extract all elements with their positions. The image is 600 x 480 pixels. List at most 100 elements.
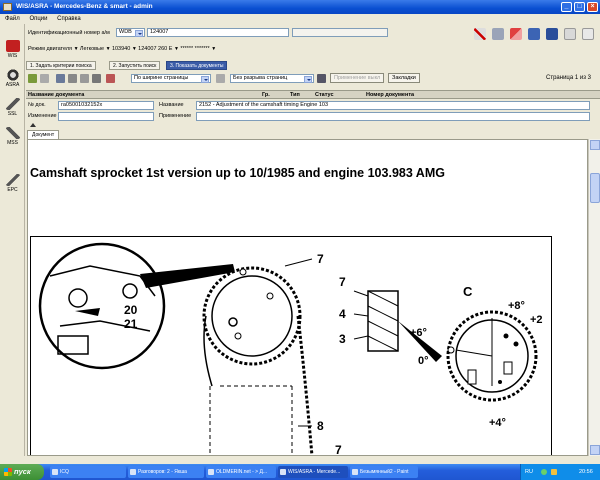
page-break-select[interactable]: Без разрыва страниц: [230, 74, 314, 83]
label-7-bottom: 7: [335, 443, 342, 456]
nav-ssl[interactable]: SSL: [0, 98, 25, 117]
label-c: C: [463, 284, 473, 299]
collapse-arrow-icon[interactable]: [30, 123, 36, 127]
layout-icon[interactable]: [216, 74, 225, 83]
label-7-top: 7: [317, 252, 324, 266]
label-plus4: +4°: [489, 417, 506, 429]
label-3: 3: [339, 332, 346, 346]
task-icq[interactable]: ICQ: [50, 466, 126, 478]
wheel-icon: [5, 69, 20, 81]
mode-select[interactable]: Легковые: [80, 46, 104, 52]
vin-extra-input[interactable]: [292, 28, 388, 37]
usage-field[interactable]: [196, 112, 590, 121]
task-browser[interactable]: OLDMERIN.net - > Д...: [206, 466, 276, 478]
nav-epc[interactable]: EPC: [0, 174, 25, 193]
meta-row-1: № док. ra05001032152x Название 2152 - Ad…: [26, 101, 600, 111]
back-icon[interactable]: [28, 74, 37, 83]
print-page-icon[interactable]: [92, 74, 101, 83]
eraser-icon[interactable]: [510, 28, 522, 40]
task-paint[interactable]: Безымянный2 - Paint: [350, 466, 418, 478]
scroll-up-icon[interactable]: [590, 140, 600, 150]
doc-toolbar: По ширине страницы Без разрыва страниц П…: [26, 72, 600, 85]
task-wis[interactable]: WIS/ASRA - Mercede...: [278, 466, 348, 478]
menu-bar: Файл Опции Справка: [0, 14, 600, 24]
menu-file[interactable]: Файл: [5, 16, 20, 22]
zoom-icon[interactable]: [68, 74, 77, 83]
page-icon[interactable]: [80, 74, 89, 83]
tab-document[interactable]: Документ: [27, 130, 60, 139]
label-plus2: +2: [530, 314, 543, 326]
fit-select[interactable]: По ширине страницы: [131, 74, 211, 83]
col-name[interactable]: Название документа: [28, 91, 84, 99]
documents-table-header: Название документа Гр. Тип Статус Номер …: [26, 90, 600, 99]
volume-icon[interactable]: [551, 469, 557, 475]
chevron-down-icon: [201, 76, 209, 83]
apply-button[interactable]: Применение выкл: [330, 73, 385, 83]
label-plus8: +8°: [508, 300, 525, 312]
camshaft-diagram: 20 21 7 7 4 3 8 7 C +8° +2 +6° 0° +4°: [30, 236, 552, 456]
col-type[interactable]: Тип: [290, 91, 300, 99]
forward-icon[interactable]: [40, 74, 49, 83]
app-icon: [3, 3, 12, 11]
settings-icon[interactable]: [582, 28, 594, 40]
page-indicator: Страница 1 из 3: [546, 75, 591, 81]
meta-row-2: Изменение Применение: [26, 112, 600, 122]
taskbar: пуск ICQ Разговоров: 2 - Якша OLDMERIN.n…: [0, 464, 600, 480]
tools-icon: [5, 127, 20, 139]
start-button[interactable]: пуск: [0, 464, 44, 480]
col-group[interactable]: Гр.: [262, 91, 270, 99]
book-icon[interactable]: [528, 28, 540, 40]
clear-icon[interactable]: [474, 28, 486, 40]
label-7-section: 7: [339, 275, 346, 289]
scroll-down-icon[interactable]: [590, 445, 600, 455]
nav-wis[interactable]: WIS: [0, 40, 25, 59]
gear-icon[interactable]: [317, 74, 326, 83]
mark-icon[interactable]: [106, 74, 115, 83]
bookmarks-button[interactable]: Закладки: [388, 73, 420, 83]
doc-name-field[interactable]: 2152 - Adjustment of the camshaft timing…: [196, 101, 590, 110]
vin-prefix-select[interactable]: WDB: [116, 28, 145, 37]
nav-mss[interactable]: MSS: [0, 127, 25, 146]
label-21: 21: [124, 317, 138, 331]
document-viewer[interactable]: Camshaft sprocket 1st version up to 10/1…: [27, 139, 588, 456]
document-title: Camshaft sprocket 1st version up to 10/1…: [30, 166, 445, 180]
step-criteria[interactable]: 1. Задать критерии поиска: [26, 61, 96, 70]
task-chat[interactable]: Разговоров: 2 - Якша: [128, 466, 204, 478]
step-search[interactable]: 2. Запустить поиск: [109, 61, 161, 70]
doc-number-field[interactable]: ra05001032152x: [58, 101, 154, 110]
menu-help[interactable]: Справка: [57, 16, 81, 22]
engine-select[interactable]: 103940: [112, 46, 130, 52]
clock[interactable]: 20:56: [579, 464, 593, 480]
network-icon[interactable]: [541, 469, 547, 475]
menu-options[interactable]: Опции: [29, 16, 47, 22]
parts-icon: [5, 174, 20, 186]
nav-asra[interactable]: ASRA: [0, 69, 25, 88]
window-icon[interactable]: [564, 28, 576, 40]
minimize-button[interactable]: _: [561, 2, 572, 12]
change-field[interactable]: [58, 112, 154, 121]
vertical-scrollbar[interactable]: [588, 139, 600, 456]
step-documents[interactable]: 3. Показать документы: [166, 61, 228, 70]
manual-icon[interactable]: [546, 28, 558, 40]
scroll-thumb[interactable]: [590, 173, 600, 203]
label-zero: 0°: [418, 355, 429, 367]
col-number[interactable]: Номер документа: [366, 91, 414, 99]
left-nav: WIS ASRA SSL MSS EPC: [0, 24, 25, 456]
engine-mode-row: Режим двигателя ▼ Легковые ▼ 103940 ▼ 12…: [28, 46, 217, 52]
close-button[interactable]: ×: [587, 2, 598, 12]
language-indicator[interactable]: RU: [525, 464, 533, 480]
print-icon[interactable]: [492, 28, 504, 40]
label-plus6: +6°: [410, 327, 427, 339]
label-20: 20: [124, 303, 138, 317]
model-select[interactable]: 124007 260 E: [138, 46, 172, 52]
maximize-button[interactable]: □: [574, 2, 585, 12]
title-bar: WIS/ASRA - Mercedes-Benz & smart - admin…: [0, 0, 600, 14]
label-8: 8: [317, 419, 324, 433]
zoom-fit-icon[interactable]: [56, 74, 65, 83]
col-status[interactable]: Статус: [315, 91, 334, 99]
car-icon: [5, 40, 20, 52]
window-title: WIS/ASRA - Mercedes-Benz & smart - admin: [16, 3, 153, 10]
chevron-down-icon: [304, 76, 312, 83]
vin-label: Идентификационный номер а/м: [28, 30, 110, 36]
vin-input[interactable]: 124007: [147, 28, 289, 37]
